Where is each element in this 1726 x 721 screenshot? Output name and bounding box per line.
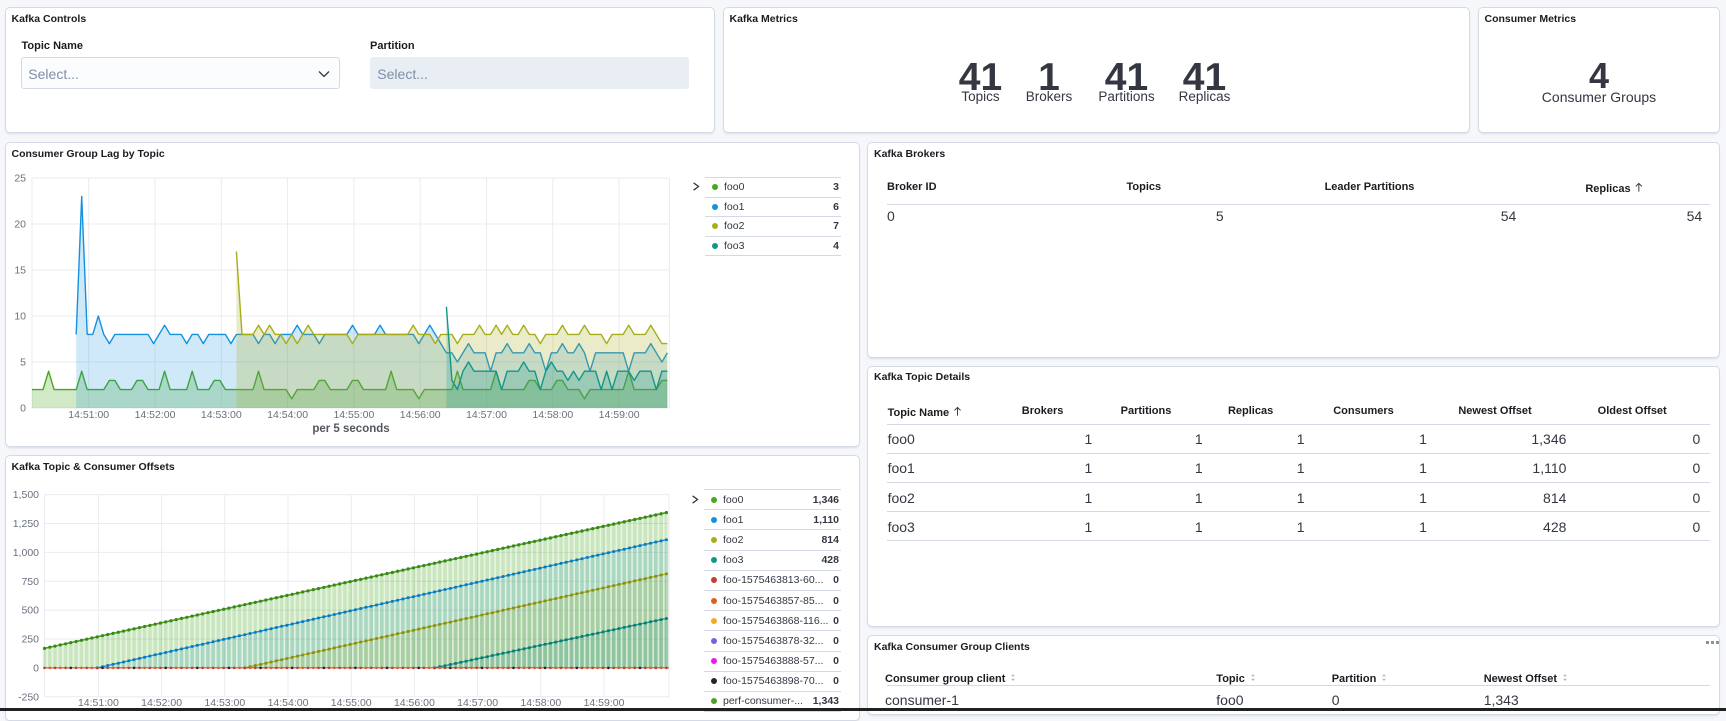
svg-text:20: 20 <box>14 219 26 231</box>
svg-text:500: 500 <box>21 605 39 617</box>
svg-text:14:55:00: 14:55:00 <box>333 409 374 421</box>
svg-text:1,250: 1,250 <box>13 518 39 530</box>
svg-text:5: 5 <box>20 357 26 369</box>
svg-text:25: 25 <box>14 173 26 185</box>
svg-text:14:56:00: 14:56:00 <box>400 409 441 421</box>
svg-text:14:57:00: 14:57:00 <box>466 409 507 421</box>
svg-text:750: 750 <box>21 576 39 588</box>
svg-text:14:59:00: 14:59:00 <box>599 409 640 421</box>
svg-text:-250: -250 <box>18 691 39 703</box>
svg-text:250: 250 <box>21 634 39 646</box>
svg-text:per 5 seconds: per 5 seconds <box>312 423 389 435</box>
svg-text:14:58:00: 14:58:00 <box>532 409 573 421</box>
svg-text:1,500: 1,500 <box>13 489 39 501</box>
svg-text:0: 0 <box>20 403 26 415</box>
svg-text:1,000: 1,000 <box>13 547 39 559</box>
svg-text:0: 0 <box>33 662 39 674</box>
svg-text:14:51:00: 14:51:00 <box>68 409 109 421</box>
svg-text:14:54:00: 14:54:00 <box>267 409 308 421</box>
svg-text:15: 15 <box>14 265 26 277</box>
svg-text:14:52:00: 14:52:00 <box>135 409 176 421</box>
svg-text:10: 10 <box>14 311 26 323</box>
svg-text:14:53:00: 14:53:00 <box>201 409 242 421</box>
